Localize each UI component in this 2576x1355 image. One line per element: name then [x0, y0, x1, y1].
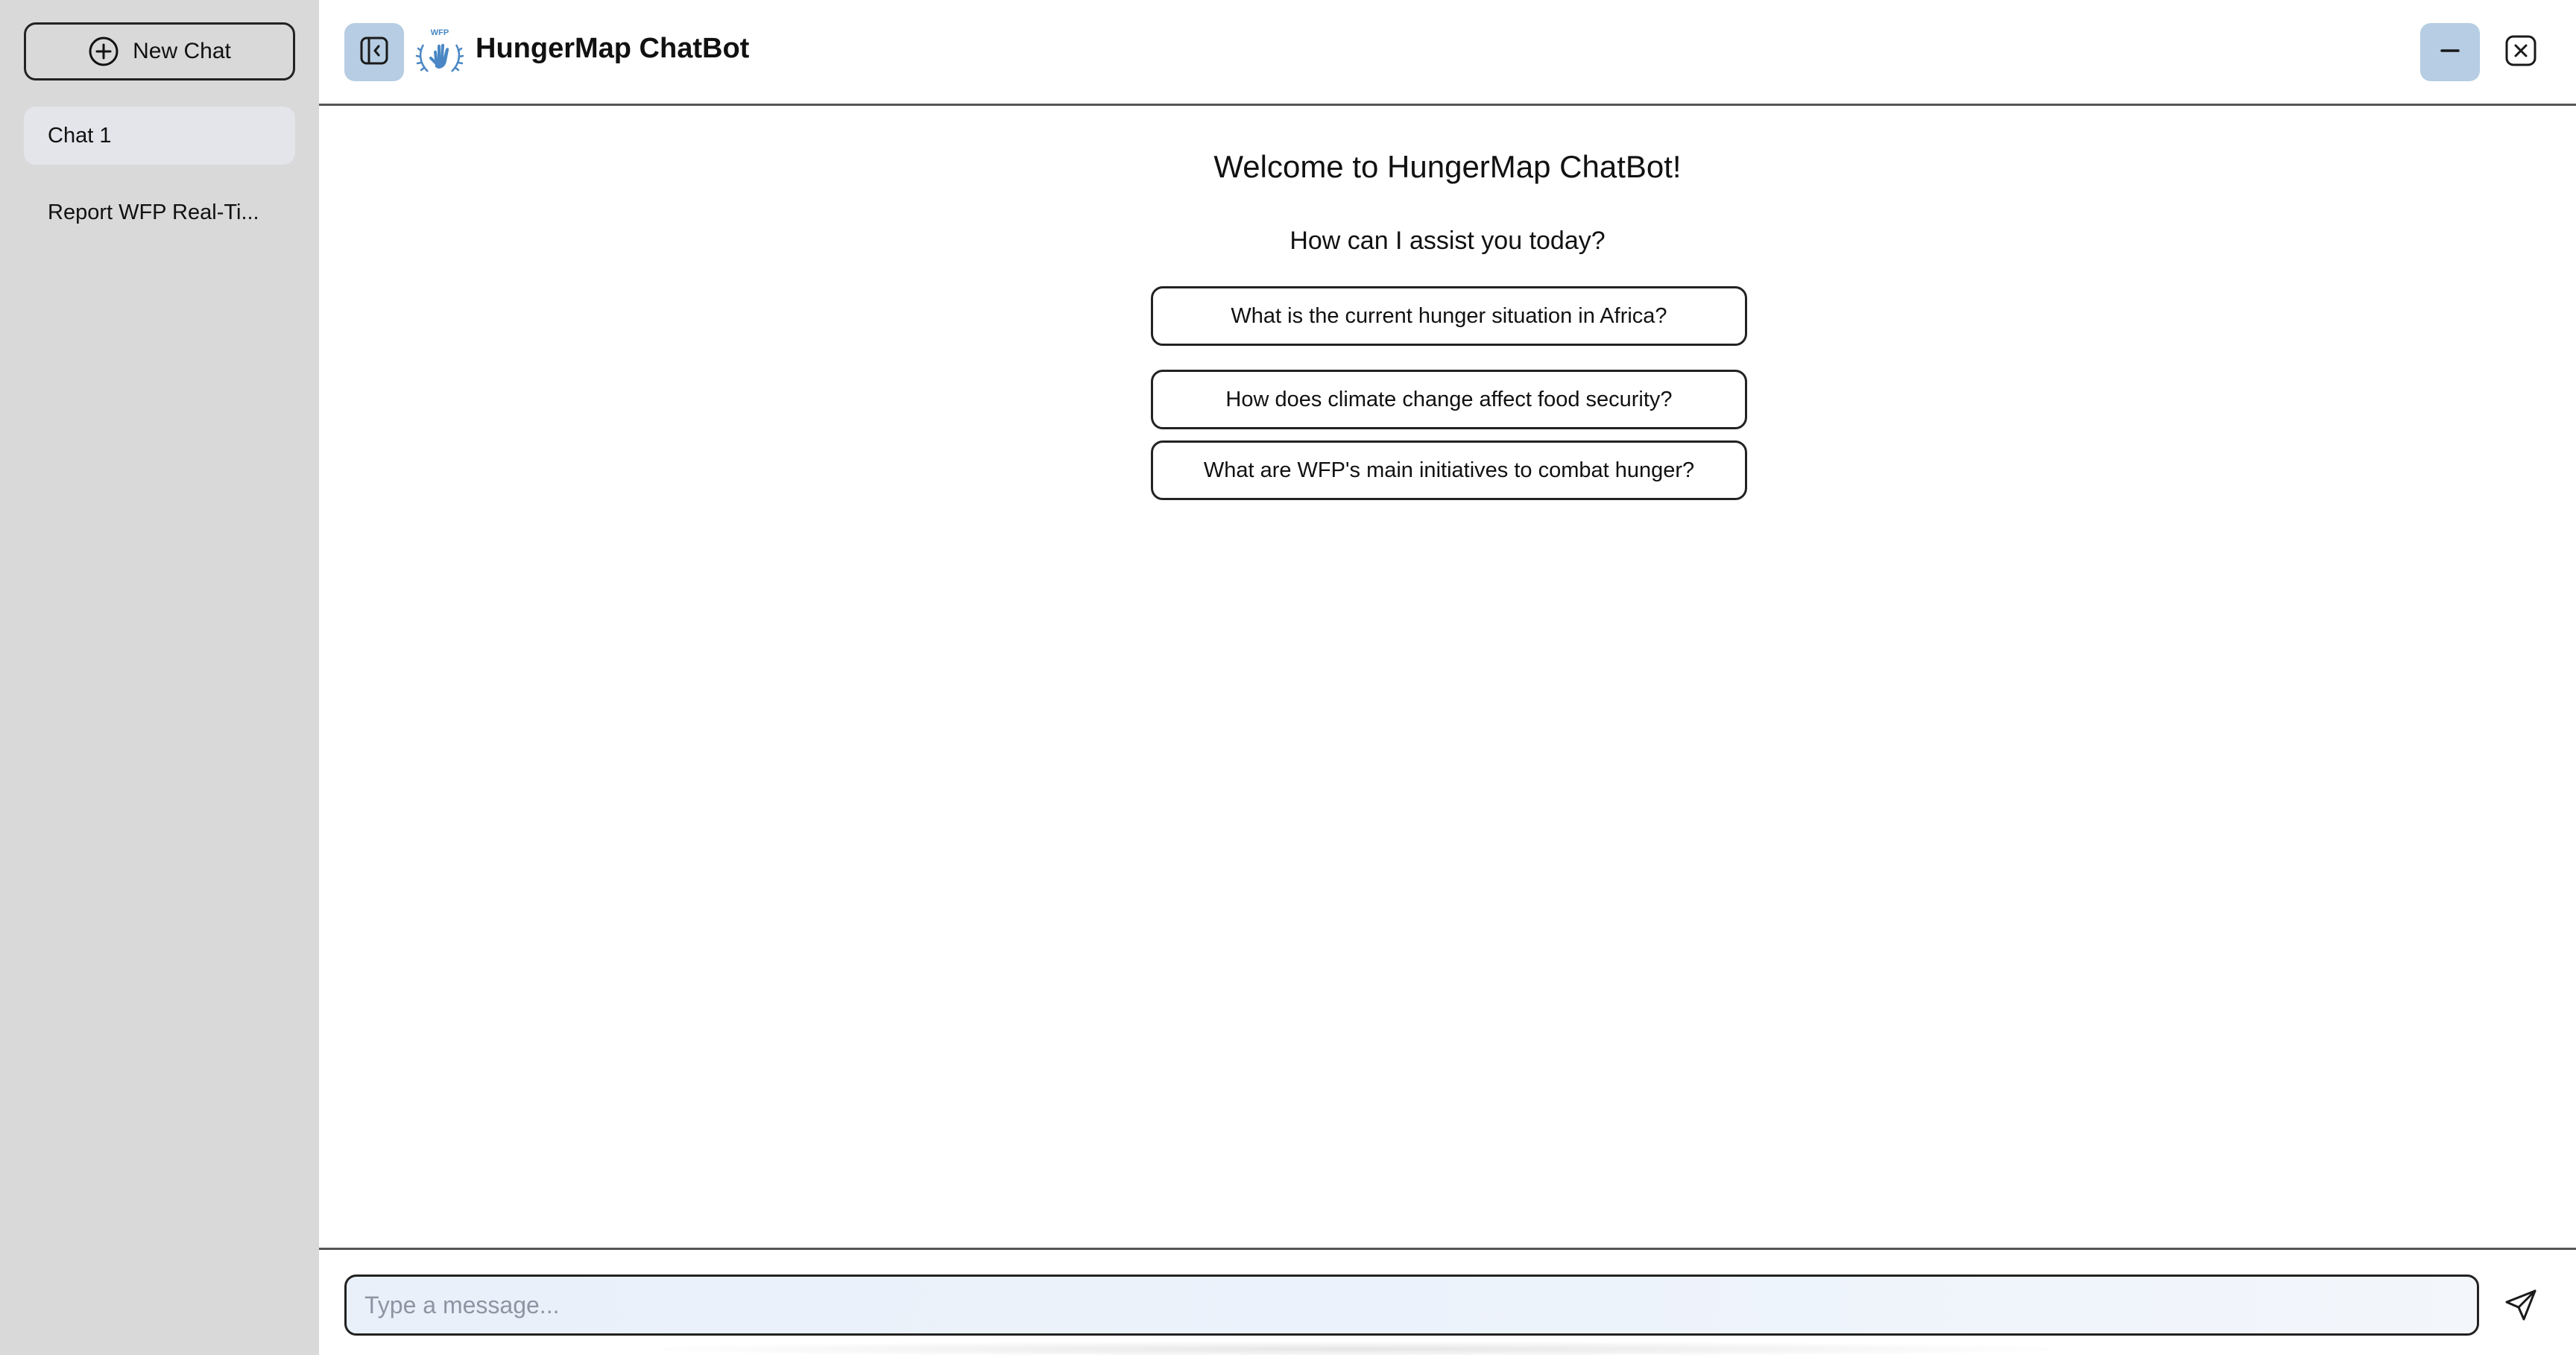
suggestion-label: What are WFP's main initiatives to comba…	[1203, 458, 1695, 482]
chat-list-item[interactable]: Report WFP Real-Ti...	[24, 183, 295, 241]
chat-header: WFP HungerMap ChatBot	[319, 0, 2576, 106]
minimize-icon	[2437, 37, 2463, 68]
chat-main: Welcome to HungerMap ChatBot! How can I …	[319, 106, 2576, 1248]
send-icon	[2502, 1286, 2539, 1327]
chat-list-item-label: Chat 1	[48, 123, 112, 148]
assist-prompt: How can I assist you today?	[1289, 227, 1606, 255]
suggestion-button[interactable]: What are WFP's main initiatives to comba…	[1151, 440, 1747, 500]
message-composer	[319, 1248, 2576, 1355]
input-shadow	[610, 1341, 2100, 1355]
chat-list-item-label: Report WFP Real-Ti...	[48, 200, 259, 224]
minimize-button[interactable]	[2420, 23, 2480, 81]
suggestion-button[interactable]: How does climate change affect food secu…	[1151, 370, 1747, 429]
sidebar-toggle-button[interactable]	[344, 23, 404, 81]
suggestion-button[interactable]: What is the current hunger situation in …	[1151, 286, 1747, 346]
new-chat-button[interactable]: New Chat	[24, 22, 295, 80]
app-title: HungerMap ChatBot	[476, 33, 750, 64]
svg-text:WFP: WFP	[431, 28, 449, 37]
chat-list-item-active[interactable]: Chat 1	[24, 107, 295, 165]
send-button[interactable]	[2498, 1284, 2543, 1329]
suggestion-label: How does climate change affect food secu…	[1225, 387, 1673, 411]
new-chat-label: New Chat	[133, 39, 231, 63]
sidebar: New Chat Chat 1 Report WFP Real-Ti...	[0, 0, 319, 1355]
message-input[interactable]	[344, 1275, 2479, 1336]
sidebar-collapse-icon	[358, 34, 391, 71]
close-icon	[2504, 34, 2538, 72]
close-button[interactable]	[2503, 34, 2539, 70]
plus-circle-icon	[88, 36, 119, 67]
suggestion-label: What is the current hunger situation in …	[1231, 303, 1667, 328]
chatbot-app: New Chat Chat 1 Report WFP Real-Ti... WF…	[0, 0, 2576, 1355]
welcome-title: Welcome to HungerMap ChatBot!	[1213, 149, 1682, 184]
wfp-logo: WFP	[413, 25, 467, 79]
